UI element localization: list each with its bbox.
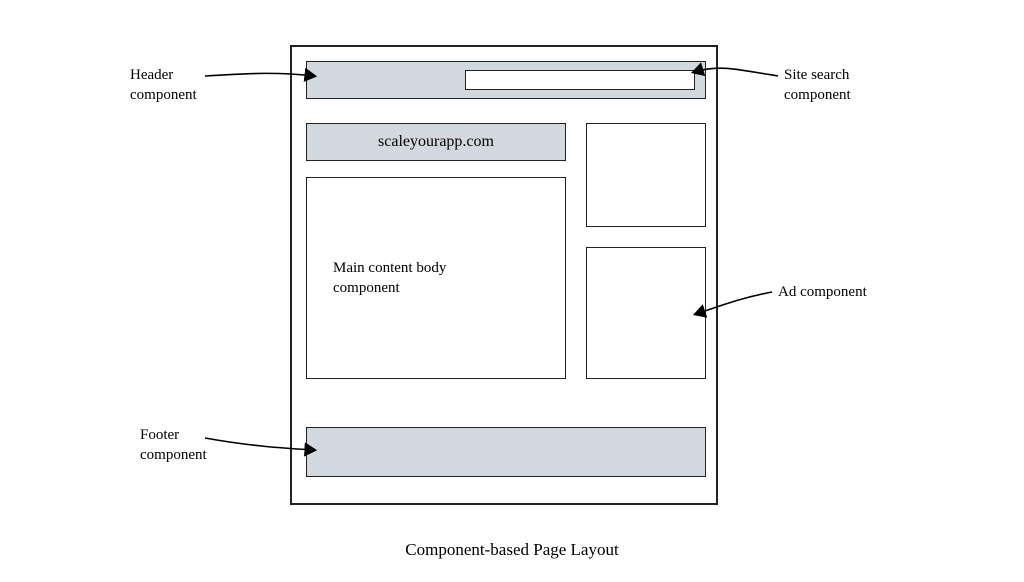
footer-component [306,427,706,477]
diagram-caption: Component-based Page Layout [0,540,1024,560]
site-search-component [465,70,695,90]
main-content-label: Main content bodycomponent [333,258,446,299]
annotation-ad: Ad component [778,282,867,302]
page-outline: scaleyourapp.com Main content bodycompon… [290,45,718,505]
header-component [306,61,706,99]
main-content-component: Main content bodycomponent [306,177,566,379]
annotation-header: Headercomponent [130,65,197,106]
sidebar-component-top [586,123,706,227]
annotation-search: Site searchcomponent [784,65,851,106]
annotation-footer: Footercomponent [140,425,207,466]
site-title-component: scaleyourapp.com [306,123,566,161]
ad-component [586,247,706,379]
site-title-text: scaleyourapp.com [378,133,494,151]
